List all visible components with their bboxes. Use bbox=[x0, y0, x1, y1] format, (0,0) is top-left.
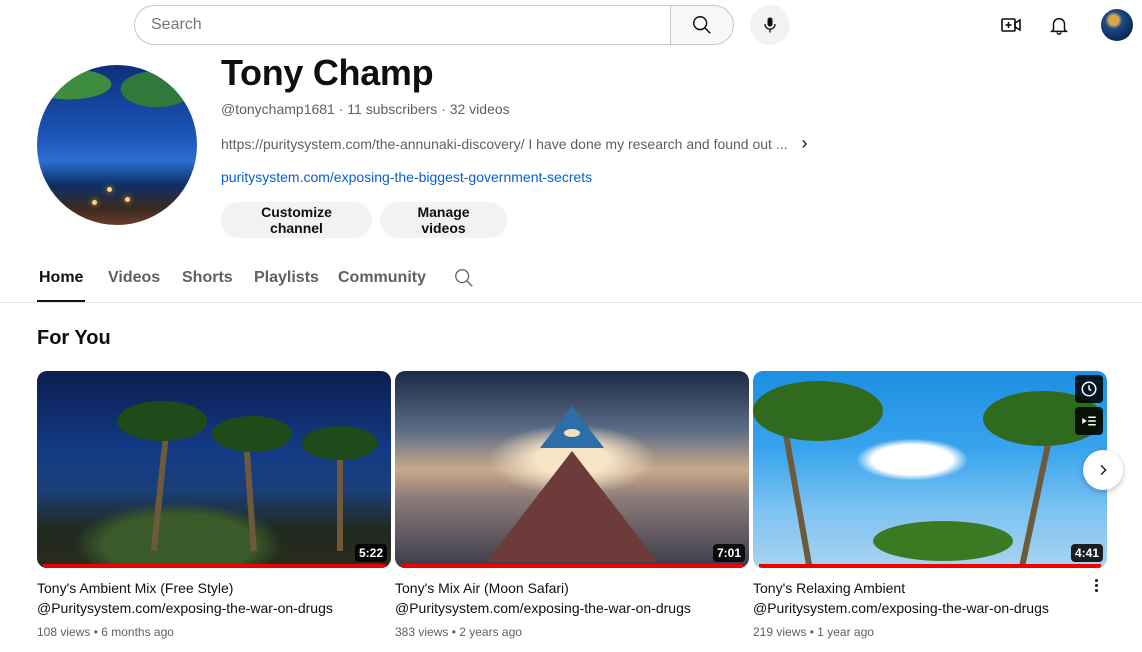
channel-meta: @tonychamp1681 · 11 subscribers · 32 vid… bbox=[221, 101, 510, 117]
video-title-text: Tony's Relaxing Ambient bbox=[753, 580, 906, 596]
voice-search-button[interactable] bbox=[750, 5, 790, 45]
video-title[interactable]: Tony's Relaxing Ambient @Puritysystem.co… bbox=[753, 578, 1107, 618]
channel-tabs: Home Videos Shorts Playlists Community bbox=[0, 255, 1142, 303]
video-card: 7:01 Tony's Mix Air (Moon Safari) @Purit… bbox=[395, 371, 749, 639]
clock-icon bbox=[1081, 381, 1097, 397]
add-to-queue-button[interactable] bbox=[1075, 407, 1103, 435]
video-duration: 7:01 bbox=[712, 544, 745, 562]
channel-name: Tony Champ bbox=[221, 52, 434, 93]
create-video-icon bbox=[1001, 18, 1021, 32]
channel-search-button[interactable] bbox=[453, 267, 475, 294]
video-duration: 5:22 bbox=[354, 544, 387, 562]
carousel-next-button[interactable] bbox=[1083, 450, 1123, 490]
chevron-right-icon bbox=[1100, 464, 1107, 476]
video-card: 5:22 Tony's Ambient Mix (Free Style) @Pu… bbox=[37, 371, 391, 639]
video-duration: 4:41 bbox=[1070, 544, 1103, 562]
manage-videos-button[interactable]: Manage videos bbox=[380, 202, 507, 238]
video-channel-text: @Puritysystem.com/exposing-the-war-on-dr… bbox=[37, 600, 333, 616]
video-thumbnail[interactable]: 5:22 bbox=[37, 371, 391, 568]
video-channel-text: @Puritysystem.com/exposing-the-war-on-dr… bbox=[753, 600, 1049, 616]
search-icon bbox=[693, 16, 711, 34]
section-title: For You bbox=[37, 327, 111, 349]
create-button[interactable] bbox=[996, 10, 1026, 40]
notifications-button[interactable] bbox=[1044, 10, 1074, 40]
video-channel-text: @Puritysystem.com/exposing-the-war-on-dr… bbox=[395, 600, 691, 616]
chevron-right-icon[interactable]: › bbox=[802, 133, 808, 154]
video-title-text: Tony's Mix Air (Moon Safari) bbox=[395, 580, 569, 596]
tab-shorts[interactable]: Shorts bbox=[182, 269, 233, 287]
video-thumbnail[interactable]: 4:41 bbox=[753, 371, 1107, 568]
video-title[interactable]: Tony's Mix Air (Moon Safari) @Puritysyst… bbox=[395, 578, 749, 618]
search-icon bbox=[455, 269, 473, 287]
video-card: 4:41 Tony's Relaxing Ambient @Puritysyst… bbox=[753, 371, 1107, 639]
customize-channel-button[interactable]: Customize channel bbox=[221, 202, 372, 238]
watch-later-button[interactable] bbox=[1075, 375, 1103, 403]
channel-description[interactable]: https://puritysystem.com/the-annunaki-di… bbox=[221, 133, 808, 154]
pyramid-capstone-graphic bbox=[540, 406, 604, 448]
pyramid-graphic bbox=[487, 451, 657, 561]
more-actions-icon[interactable] bbox=[1088, 575, 1104, 595]
video-meta: 383 views • 2 years ago bbox=[395, 625, 522, 639]
search-box bbox=[134, 5, 734, 45]
channel-link[interactable]: puritysystem.com/exposing-the-biggest-go… bbox=[221, 169, 592, 185]
tab-videos[interactable]: Videos bbox=[108, 269, 160, 287]
tab-playlists[interactable]: Playlists bbox=[254, 269, 319, 287]
video-thumbnail[interactable]: 7:01 bbox=[395, 371, 749, 568]
video-title[interactable]: Tony's Ambient Mix (Free Style) @Puritys… bbox=[37, 578, 391, 618]
tab-community[interactable]: Community bbox=[338, 269, 426, 287]
add-to-queue-icon bbox=[1082, 416, 1096, 426]
watch-progress-bar bbox=[401, 564, 743, 568]
account-avatar[interactable] bbox=[1101, 9, 1133, 41]
watch-progress-bar bbox=[759, 564, 1101, 568]
video-title-text: Tony's Ambient Mix (Free Style) bbox=[37, 580, 234, 596]
watch-progress-bar bbox=[43, 564, 385, 568]
tab-home[interactable]: Home bbox=[39, 269, 83, 287]
notifications-bell-icon bbox=[1049, 17, 1069, 35]
eye-graphic bbox=[564, 429, 580, 437]
channel-description-text: https://puritysystem.com/the-annunaki-di… bbox=[221, 135, 788, 152]
active-tab-indicator bbox=[37, 300, 85, 302]
search-field-wrapper bbox=[134, 5, 670, 45]
video-meta: 219 views • 1 year ago bbox=[753, 625, 874, 639]
search-input[interactable] bbox=[151, 16, 670, 34]
microphone-icon bbox=[764, 17, 776, 33]
channel-avatar bbox=[37, 65, 197, 225]
search-button[interactable] bbox=[670, 5, 734, 45]
video-meta: 108 views • 6 months ago bbox=[37, 625, 174, 639]
